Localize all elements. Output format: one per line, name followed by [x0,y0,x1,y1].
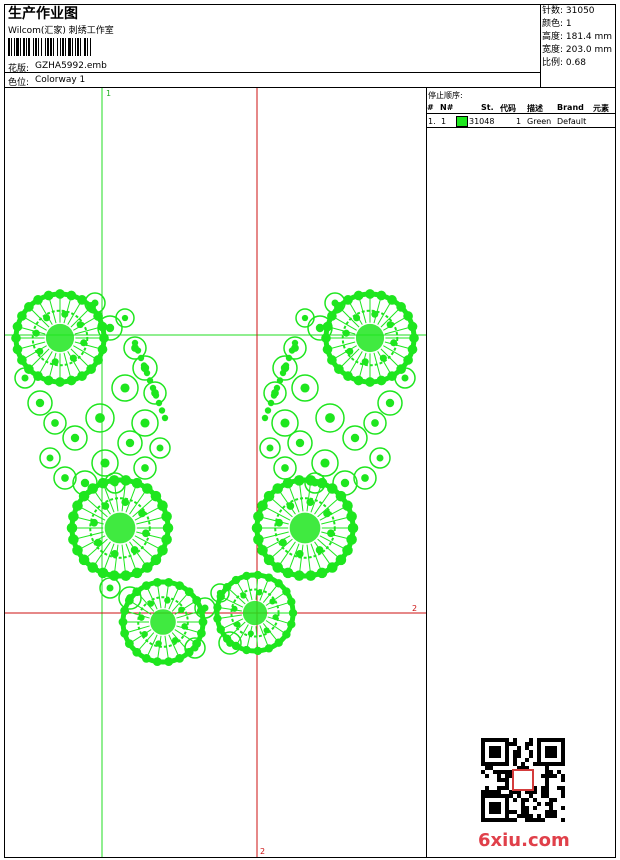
legend-row-code: 1 [516,117,522,126]
header-divider [4,72,540,73]
guide-h2-label: 2 [412,604,418,613]
legend-header-line [426,113,616,114]
lace-rosette-bottom-left [118,578,208,666]
lace-chain-right [261,339,299,422]
colorway-name: Colorway 1 [35,75,86,85]
studio-name: Wilcom(汇家) 刺绣工作室 [8,26,114,36]
stats-divider [540,4,541,88]
sheet-title: 生产作业图 [8,6,78,22]
embroidery-design [5,88,426,857]
site-logo: 6xiu.com [478,830,570,851]
legend-row-line [426,127,616,128]
qr-code [481,738,565,822]
legend-col-hash: # [427,103,434,112]
design-file: GZHA5992.emb [35,61,107,71]
barcode [8,38,150,56]
lace-filigree-left [14,292,171,496]
legend-row-index: 1. [428,117,436,126]
lace-chain-left [131,339,169,422]
lace-rosette-mid-right [251,475,359,581]
design-width: 宽度: 203.0 mm [542,45,613,55]
legend-row-brand: Default [557,117,587,126]
legend-col-brand: Brand [557,103,584,112]
design-scale: 比例: 0.68 [542,58,586,68]
guide-v2-label: 2 [260,847,266,856]
legend-panel-divider [426,87,427,858]
stitch-count: 针数: 31050 [542,6,595,16]
legend-row-needle: 1 [441,117,447,126]
legend-col-stitches: St. [481,103,494,112]
thread-color-swatch [456,116,468,127]
legend-row-description: Green [527,117,552,126]
design-height: 高度: 181.4 mm [542,32,613,42]
site-logo-text: 6xiu.com [478,830,570,851]
guide-v1-label: 1 [106,89,112,98]
legend-row-stitches: 31048 [469,117,495,126]
qr-stamp-icon [512,769,534,791]
color-count: 颜色: 1 [542,19,572,29]
design-canvas [5,88,426,857]
legend-heading: 停止顺序: [428,91,463,100]
legend-col-needle: N# [440,103,454,112]
